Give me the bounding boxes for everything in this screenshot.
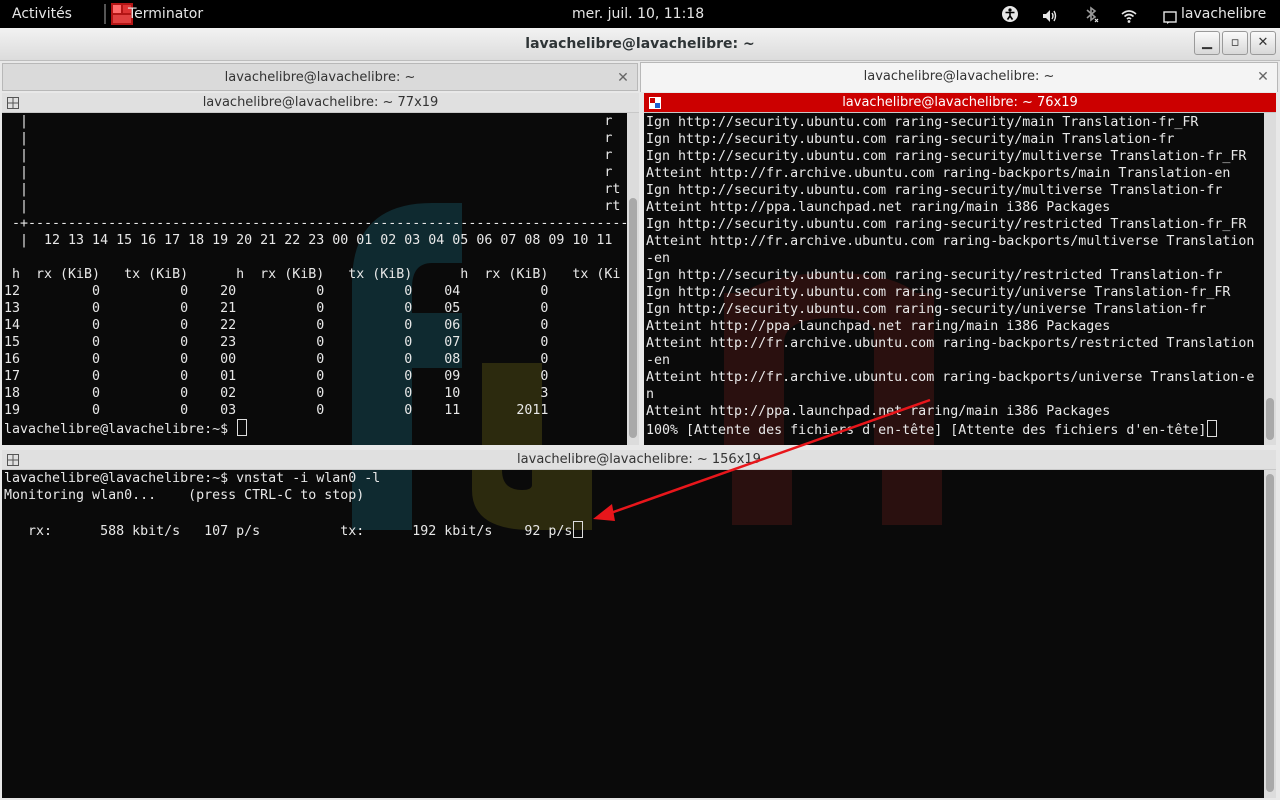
separator — [104, 4, 106, 24]
scrollbar[interactable] — [1264, 470, 1276, 798]
terminal-line: 15 0 0 23 0 0 07 0 — [4, 335, 549, 350]
window-title: lavachelibre@lavachelibre: ~ — [525, 36, 755, 52]
terminal-line: -en — [646, 251, 671, 266]
tab-2[interactable]: lavachelibre@lavachelibre: ~ ✕ — [640, 62, 1278, 92]
activities-button[interactable]: Activités — [12, 0, 72, 28]
pane-title: lavachelibre@lavachelibre: ~ 77x19 — [202, 95, 439, 110]
app-menu[interactable]: Terminator — [128, 0, 203, 28]
terminal-line: 13 0 0 21 0 0 05 0 — [4, 301, 549, 316]
terminal-line: Atteint http://ppa.launchpad.net raring/… — [646, 319, 1111, 334]
close-button[interactable]: ✕ — [1250, 31, 1276, 55]
vnstat-live-line: rx: 588 kbit/s 107 p/s tx: 192 kbit/s 92… — [4, 524, 573, 539]
scrollbar-thumb[interactable] — [1266, 474, 1274, 792]
scrollbar[interactable] — [1264, 113, 1276, 445]
pane-title: lavachelibre@lavachelibre: ~ 156x19 — [517, 452, 761, 467]
terminal-line: 19 0 0 03 0 0 11 2011 — [4, 403, 549, 418]
clock[interactable]: mer. juil. 10, 11:18 — [572, 0, 704, 28]
apt-status-line: 100% [Attente des fichiers d'en-tête] [A… — [646, 423, 1207, 438]
terminal-line: | r — [4, 165, 613, 180]
wifi-icon[interactable] — [1121, 6, 1137, 23]
terminal-line: 18 0 0 02 0 0 10 3 — [4, 386, 549, 401]
volume-icon[interactable] — [1042, 6, 1058, 22]
terminal-line: 12 0 0 20 0 0 04 0 — [4, 284, 549, 299]
user-menu[interactable]: lavachelibre — [1181, 0, 1266, 28]
terminal-line: Ign http://security.ubuntu.com raring-se… — [646, 183, 1223, 198]
grip-icon[interactable] — [649, 97, 661, 109]
tab-label: lavachelibre@lavachelibre: ~ — [224, 70, 416, 85]
minimize-icon: ▁ — [1202, 35, 1212, 50]
terminal-line: Ign http://security.ubuntu.com raring-se… — [646, 285, 1231, 300]
terminal-line: Atteint http://fr.archive.ubuntu.com rar… — [646, 234, 1255, 249]
tab-1[interactable]: lavachelibre@lavachelibre: ~ ✕ — [2, 63, 638, 91]
terminal-line: Atteint http://ppa.launchpad.net raring/… — [646, 404, 1111, 419]
terminal-line: | r — [4, 148, 613, 163]
terminal-output[interactable]: | r | r | r | r | rt | rt -+------------… — [4, 113, 628, 438]
pane-header-top-left[interactable]: lavachelibre@lavachelibre: ~ 77x19 — [2, 93, 639, 113]
terminal-line: 17 0 0 01 0 0 09 0 — [4, 369, 549, 384]
close-icon: ✕ — [1257, 35, 1269, 50]
grip-icon[interactable] — [7, 97, 19, 109]
tab-label: lavachelibre@lavachelibre: ~ — [863, 69, 1055, 84]
terminal-line: | r — [4, 114, 613, 129]
terminal-line: -+--------------------------------------… — [4, 216, 629, 231]
terminal-line: Ign http://security.ubuntu.com raring-se… — [646, 217, 1247, 232]
terminal-cursor — [237, 419, 248, 436]
terminal-pane-top-left[interactable]: | r | r | r | r | rt | rt -+------------… — [2, 113, 639, 445]
user-icon[interactable] — [1163, 7, 1177, 24]
terminal-line: Atteint http://fr.archive.ubuntu.com rar… — [646, 336, 1255, 351]
top-bar: Activités Terminator mer. juil. 10, 11:1… — [0, 0, 1280, 28]
terminal-line: | r — [4, 131, 613, 146]
tab-close-icon[interactable]: ✕ — [1255, 63, 1271, 91]
terminal-pane-bottom[interactable]: lavachelibre@lavachelibre:~$ vnstat -i w… — [2, 470, 1276, 798]
terminal-line: lavachelibre@lavachelibre:~$ vnstat -i w… — [4, 471, 381, 486]
window-titlebar[interactable]: lavachelibre@lavachelibre: ~ ▁ ▫ ✕ — [0, 28, 1280, 61]
grip-icon[interactable] — [7, 454, 19, 466]
tab-close-icon[interactable]: ✕ — [615, 64, 631, 92]
maximize-button[interactable]: ▫ — [1222, 31, 1248, 55]
pane-header-bottom[interactable]: lavachelibre@lavachelibre: ~ 156x19 — [2, 450, 1276, 470]
accessibility-icon[interactable] — [1001, 5, 1019, 23]
pane-header-top-right[interactable]: lavachelibre@lavachelibre: ~ 76x19 — [644, 93, 1276, 113]
terminal-line: Ign http://security.ubuntu.com raring-se… — [646, 149, 1247, 164]
terminal-line: Ign http://security.ubuntu.com raring-se… — [646, 132, 1175, 147]
scrollbar-thumb[interactable] — [629, 198, 637, 438]
terminal-line: n — [646, 387, 655, 402]
terminal-line: -en — [646, 353, 671, 368]
terminal-output[interactable]: lavachelibre@lavachelibre:~$ vnstat -i w… — [4, 470, 584, 540]
terminal-line: 16 0 0 00 0 0 08 0 — [4, 352, 549, 367]
shell-prompt: lavachelibre@lavachelibre:~$ — [4, 422, 237, 437]
terminal-cursor — [1207, 420, 1218, 437]
terminal-line: Ign http://security.ubuntu.com raring-se… — [646, 115, 1199, 130]
terminal-line: Monitoring wlan0... (press CTRL-C to sto… — [4, 488, 365, 503]
terminal-line: | 12 13 14 15 16 17 18 19 20 21 22 23 00… — [4, 233, 613, 248]
terminal-line: Atteint http://ppa.launchpad.net raring/… — [646, 200, 1111, 215]
terminal-line: h rx (KiB) tx (KiB) h rx (KiB) tx (KiB) … — [4, 267, 621, 282]
terminal-line: Atteint http://fr.archive.ubuntu.com rar… — [646, 166, 1231, 181]
scrollbar-thumb[interactable] — [1266, 398, 1274, 440]
terminal-line: Atteint http://fr.archive.ubuntu.com rar… — [646, 370, 1255, 385]
terminal-line: | rt — [4, 182, 621, 197]
terminal-line: Ign http://security.ubuntu.com raring-se… — [646, 268, 1223, 283]
terminal-output[interactable]: Ign http://security.ubuntu.com raring-se… — [646, 114, 1254, 439]
maximize-icon: ▫ — [1230, 35, 1240, 50]
terminal-cursor — [573, 521, 584, 538]
terminal-line: 14 0 0 22 0 0 06 0 — [4, 318, 549, 333]
minimize-button[interactable]: ▁ — [1194, 31, 1220, 55]
scrollbar[interactable] — [627, 113, 639, 445]
terminal-line: Ign http://security.ubuntu.com raring-se… — [646, 302, 1207, 317]
bluetooth-icon[interactable] — [1085, 5, 1099, 23]
terminal-line: | rt — [4, 199, 621, 214]
terminal-pane-top-right[interactable]: Ign http://security.ubuntu.com raring-se… — [644, 113, 1276, 445]
pane-title: lavachelibre@lavachelibre: ~ 76x19 — [842, 95, 1078, 110]
